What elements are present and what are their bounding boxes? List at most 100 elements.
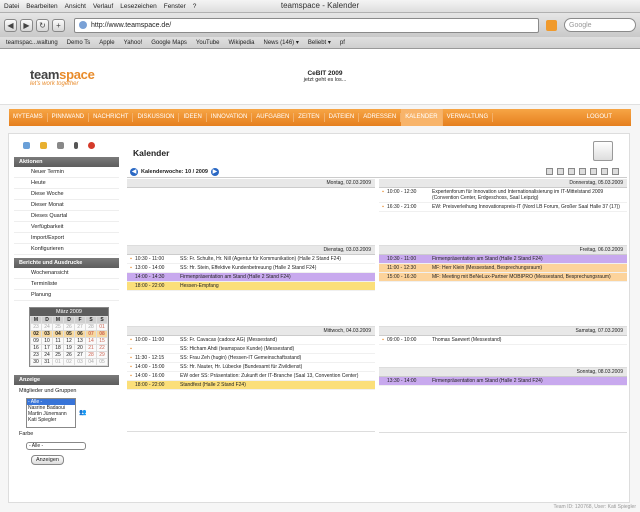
day-monday[interactable] [127, 188, 375, 246]
quarter-view-icon[interactable] [579, 168, 586, 175]
calendar-event[interactable]: ▪ 10:30 - 11:00 SS: Fr. Schulte, Hr. Nill … [127, 255, 375, 264]
day-wednesday[interactable]: ▪ 10:00 - 11:00 SS: Fr. Cavacas (cadooz AG… [127, 336, 375, 432]
mini-calendar-day[interactable]: 27 [74, 351, 86, 359]
mini-calendar-day[interactable]: 03 [74, 358, 86, 366]
teamspace-logo[interactable]: teamspace let's work together [0, 67, 120, 87]
bookmark-item[interactable]: Wikipedia [228, 40, 254, 46]
sidebar-action[interactable]: Heute [14, 178, 119, 189]
nav-item-nachricht[interactable]: NACHRICHT [89, 113, 134, 122]
calendar-event[interactable]: ▪ 16:30 - 21:00 EW: Preisverleihung Innova… [379, 203, 627, 212]
menu-item[interactable]: Fenster [164, 3, 186, 10]
sidebar-report[interactable]: Wochenansicht [14, 268, 119, 279]
mini-calendar-day[interactable]: 09 [30, 337, 42, 345]
calendar-event[interactable]: ▪ 10:00 - 11:00 SS: Fr. Cavacas (cadooz AG… [127, 336, 375, 345]
trash-icon[interactable] [74, 142, 78, 149]
mini-calendar-day[interactable]: 26 [63, 323, 75, 331]
nav-item-pinnwand[interactable]: PINNWAND [48, 113, 90, 122]
calendar-event[interactable]: ▪ SS: Hicham Ahdi (teamspace Kunde) (Mess… [127, 345, 375, 354]
calendar-event[interactable]: 14:00 - 14:30 Firmenpräsentation am Stand… [127, 273, 375, 282]
mini-calendar-day[interactable]: 28 [85, 323, 97, 331]
mini-calendar-day[interactable]: 07 [85, 330, 97, 338]
mini-calendar-day[interactable]: 21 [85, 344, 97, 352]
mini-calendar-day[interactable]: 19 [63, 344, 75, 352]
search-icon[interactable] [57, 142, 64, 149]
sidebar-action[interactable]: Import/Export [14, 233, 119, 244]
nav-item-myteams[interactable]: MYTEAMS [9, 113, 48, 122]
bookmark-item[interactable]: pf [340, 40, 345, 46]
mini-calendar-day[interactable]: 25 [52, 351, 64, 359]
mini-calendar-day[interactable]: 24 [41, 351, 53, 359]
mini-calendar-day[interactable]: 24 [41, 323, 53, 331]
month-view-icon[interactable] [568, 168, 575, 175]
day-view-icon[interactable] [546, 168, 553, 175]
menu-item[interactable]: Verlauf [93, 3, 113, 10]
forward-button[interactable]: ▶ [20, 18, 33, 32]
day-thursday[interactable]: ▪ 10:00 - 12:30 Expertenforum für Innovati… [379, 188, 627, 246]
nav-item-verwaltung[interactable]: VERWALTUNG [443, 113, 494, 122]
calendar-event[interactable]: ▪ 13:00 - 14:00 SS: Hr. Stein, Effektive K… [127, 264, 375, 273]
mini-calendar-day[interactable]: 08 [96, 330, 108, 338]
lock-icon[interactable] [40, 142, 47, 149]
nav-item-zeiten[interactable]: ZEITEN [294, 113, 325, 122]
mini-calendar-day[interactable]: 11 [52, 337, 64, 345]
mini-calendar-day[interactable]: 02 [63, 358, 75, 366]
search-input[interactable]: Google [564, 18, 636, 32]
mini-calendar-day[interactable]: 26 [63, 351, 75, 359]
sidebar-action[interactable]: Diese Woche [14, 189, 119, 200]
member-option[interactable]: Kati Spiegler [27, 417, 75, 423]
menu-item[interactable]: Ansicht [65, 3, 86, 10]
bookmark-item[interactable]: Google Maps [151, 40, 187, 46]
calendar-event[interactable]: ▪ 10:00 - 12:30 Expertenforum für Innovati… [379, 188, 627, 203]
calendar-event[interactable]: 15:00 - 16:30 MF: Meeting mit BeNeLux-Par… [379, 273, 627, 282]
mini-calendar-day[interactable]: 15 [96, 337, 108, 345]
mini-calendar-day[interactable]: 13 [74, 337, 86, 345]
day-friday[interactable]: 10:30 - 11:00 Firmenpräsentation am Stand… [379, 255, 627, 327]
sidebar-report[interactable]: Planung [14, 290, 119, 301]
mini-calendar-day[interactable]: 29 [96, 351, 108, 359]
calendar-event[interactable]: ▪ 11:30 - 12:15 SS: Frau Zeh (hugin) (Hess… [127, 354, 375, 363]
sidebar-report[interactable]: Terminliste [14, 279, 119, 290]
mini-calendar-day[interactable]: 01 [96, 323, 108, 331]
mini-calendar-day[interactable]: 27 [74, 323, 86, 331]
mini-calendar-day[interactable]: 17 [41, 344, 53, 352]
bookmark-item[interactable]: Demo Ts [67, 40, 91, 46]
list-view-icon[interactable] [601, 168, 608, 175]
calendar-event[interactable]: ▪ 14:00 - 15:00 SS: Hr. Nauter, Hr. Lübeck… [127, 363, 375, 372]
color-select[interactable]: - Alle - [26, 442, 86, 450]
calendar-event[interactable]: 10:30 - 11:00 Firmenpräsentation am Stand… [379, 255, 627, 264]
prev-week-icon[interactable]: ◀ [130, 167, 138, 176]
sidebar-action[interactable]: Neuer Termin [14, 167, 119, 178]
cebit-banner[interactable]: CeBIT 2009 jetzt geht es los... [120, 70, 530, 83]
calendar-tools-icon[interactable] [593, 141, 613, 161]
add-bookmark-button[interactable]: + [52, 18, 65, 32]
bookmark-item[interactable]: teamspac...waltung [6, 40, 58, 46]
calendar-event[interactable]: 13:30 - 14:00 Firmenpräsentation am Stand… [379, 377, 627, 386]
sidebar-action[interactable]: Dieses Quartal [14, 211, 119, 222]
mini-calendar-day[interactable]: 02 [30, 330, 42, 338]
day-tuesday[interactable]: ▪ 10:30 - 11:00 SS: Fr. Schulte, Hr. Nill … [127, 255, 375, 327]
sidebar-action[interactable]: Konfigurieren [14, 244, 119, 255]
mini-calendar-day[interactable]: 03 [41, 330, 53, 338]
logout-link[interactable]: LOGOUT [583, 113, 616, 122]
sidebar-action[interactable]: Verfügbarkeit [14, 222, 119, 233]
mini-calendar-day[interactable]: 12 [63, 337, 75, 345]
mini-calendar-day[interactable]: 18 [52, 344, 64, 352]
mini-calendar-day[interactable]: 01 [52, 358, 64, 366]
sidebar-action[interactable]: Dieser Monat [14, 200, 119, 211]
bookmark-item[interactable]: Yahoo! [124, 40, 143, 46]
bookmark-item[interactable]: Apple [99, 40, 114, 46]
mini-calendar-day[interactable]: 14 [85, 337, 97, 345]
nav-item-adressen[interactable]: ADRESSEN [359, 113, 402, 122]
nav-item-dateien[interactable]: DATEIEN [325, 113, 360, 122]
next-week-icon[interactable]: ▶ [210, 167, 219, 176]
mini-calendar-day[interactable]: 22 [96, 344, 108, 352]
nav-item-innovation[interactable]: INNOVATION [207, 113, 253, 122]
calendar-event[interactable]: ▪ 14:00 - 16:00 EW oder SS: Präsentation: … [127, 372, 375, 381]
nav-item-ideen[interactable]: IDEEN [179, 113, 207, 122]
chat-icon[interactable] [23, 142, 30, 149]
mini-calendar-day[interactable]: 31 [41, 358, 53, 366]
calendar-event[interactable]: 18:00 - 22:00 Hessen-Empfang [127, 282, 375, 291]
mini-calendar-day[interactable]: 23 [30, 351, 42, 359]
menu-item[interactable]: Datei [4, 3, 19, 10]
reload-button[interactable]: ↻ [36, 18, 49, 32]
